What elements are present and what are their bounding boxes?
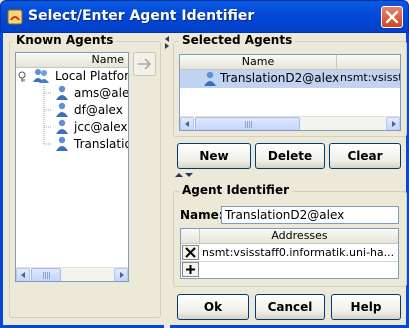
name-header-label: Name [91, 53, 124, 66]
tree-item-label: df@alex [74, 103, 123, 117]
address-row-divider [181, 261, 398, 262]
name-label: Name: [180, 208, 224, 222]
known-agents-title: Known Agents [13, 33, 117, 47]
delete-button-label: Delete [267, 149, 313, 163]
new-button-label: New [199, 149, 229, 163]
addresses-table[interactable]: Addresses nsmt:vsisstaff0.informatik.uni… [180, 228, 399, 279]
collapse-left-icon [165, 36, 169, 49]
tree-lines [23, 79, 52, 145]
vertical-splitter[interactable] [164, 33, 170, 328]
title-bar: Select/Enter Agent Identifier [0, 0, 409, 33]
remove-icon [185, 247, 196, 258]
known-agents-hscroll[interactable] [16, 267, 128, 281]
add-to-selected-button[interactable] [133, 52, 156, 76]
agent-icon [56, 119, 68, 134]
new-button[interactable]: New [177, 143, 251, 169]
agent-identifier-title: Agent Identifier [179, 183, 293, 197]
scroll-left-button[interactable] [180, 117, 194, 130]
scroll-right-button[interactable] [114, 268, 128, 281]
selected-address-header[interactable] [337, 55, 400, 70]
close-button[interactable] [381, 6, 403, 28]
scroll-right-icon [392, 121, 396, 127]
remove-address-button[interactable] [182, 245, 199, 260]
scroll-thumb[interactable] [31, 268, 61, 281]
tree-item-label: TranslationD2@alex [74, 137, 128, 151]
agent-icon [56, 85, 68, 100]
addresses-header[interactable]: Addresses [200, 229, 398, 244]
selected-agent-name: TranslationD2@alex [220, 71, 340, 85]
cancel-button[interactable]: Cancel [255, 294, 325, 320]
selected-agent-row[interactable]: TranslationD2@alex nsmt:vsisstaff0.infor… [180, 70, 400, 88]
scroll-left-button[interactable] [16, 268, 30, 281]
scroll-right-icon [120, 272, 124, 278]
agent-icon [56, 136, 68, 151]
close-icon [385, 10, 399, 24]
scroll-right-button[interactable] [386, 117, 400, 130]
grip-icon [43, 272, 50, 279]
ok-button[interactable]: Ok [177, 294, 249, 320]
selected-agents-hscroll[interactable] [180, 116, 400, 130]
known-agents-name-header[interactable]: Name [16, 53, 128, 68]
help-button-label: Help [350, 300, 382, 314]
selected-agent-address: nsmt:vsisstaff0.informatik.uni-ha... [338, 71, 400, 84]
selected-name-header-label: Name [241, 55, 275, 68]
tree-item-label: jcc@alex [74, 120, 128, 134]
scroll-left-icon [21, 272, 25, 278]
scroll-thumb[interactable] [195, 117, 300, 130]
clear-button-label: Clear [347, 149, 383, 163]
collapse-up-icon [175, 173, 193, 177]
tree-item-label: ams@alex [74, 86, 129, 100]
known-agents-tree[interactable]: Name Local Platform ams@alex df@alex jcc… [15, 52, 129, 282]
java-app-icon [7, 9, 23, 25]
tree-root-label: Local Platform [55, 69, 129, 83]
ok-button-label: Ok [203, 300, 223, 314]
grip-icon [244, 121, 252, 128]
horizontal-splitter[interactable] [171, 172, 409, 178]
selected-agents-table[interactable]: Name TranslationD2@alex nsmt:vsisstaff0.… [179, 54, 401, 131]
addresses-header-label: Addresses [271, 229, 328, 242]
agent-icon [56, 102, 68, 117]
help-button[interactable]: Help [331, 294, 401, 320]
clear-button[interactable]: Clear [329, 143, 401, 169]
arrow-right-icon [138, 58, 152, 70]
selected-agents-title: Selected Agents [179, 33, 296, 47]
selected-name-header[interactable]: Name [180, 55, 337, 70]
add-icon [186, 265, 195, 274]
agent-name-field[interactable] [221, 206, 399, 224]
addresses-corner-header [181, 229, 200, 244]
window-title: Select/Enter Agent Identifier [28, 8, 255, 24]
dialog-body: Known Agents Name Local Platform ams@ale… [0, 33, 409, 328]
scroll-left-icon [185, 121, 189, 127]
add-address-button[interactable] [182, 262, 199, 277]
cancel-button-label: Cancel [267, 300, 313, 314]
address-value[interactable]: nsmt:vsisstaff0.informatik.uni-ha... [202, 245, 398, 260]
agent-icon [204, 71, 216, 86]
delete-button[interactable]: Delete [255, 143, 325, 169]
